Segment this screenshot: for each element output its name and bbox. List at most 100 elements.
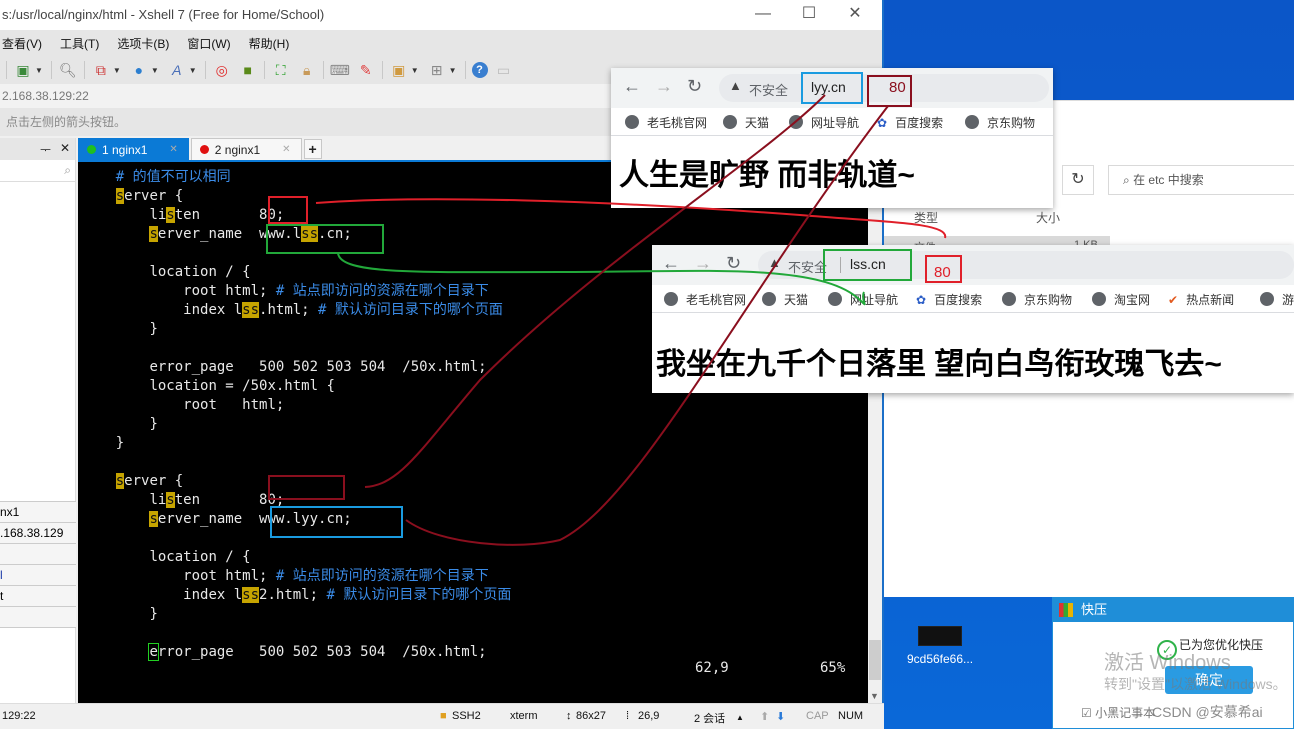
reload-icon[interactable]: ↻ bbox=[687, 76, 702, 97]
caps-indicator: CAP bbox=[806, 710, 829, 722]
bookmarks-bar: 老毛桃官网 天猫 网址导航 ✿ 百度搜索 京东购物 bbox=[611, 108, 1053, 136]
globe-icon bbox=[664, 292, 678, 306]
desktop-file-icon[interactable]: 9cd56fe66... bbox=[900, 626, 980, 666]
status-dot-icon bbox=[199, 145, 209, 154]
explorer-column-headers: 类型 大小 bbox=[914, 205, 1294, 231]
status-bar: 129:22 ■ SSH2 xterm ↕ 86x27 ⁞ 26,9 2 会话 … bbox=[0, 703, 884, 729]
property-row bbox=[0, 544, 76, 565]
lock-icon[interactable]: 🔒︎ bbox=[297, 61, 317, 79]
help-icon[interactable]: ? bbox=[471, 62, 488, 78]
refresh-button[interactable]: ↻ bbox=[1062, 165, 1094, 195]
warning-icon: ▲ bbox=[729, 78, 742, 93]
column-type[interactable]: 类型 bbox=[914, 209, 938, 226]
layout-icon[interactable]: ⊞ bbox=[427, 61, 447, 79]
bookmark-item[interactable]: 网址导航 bbox=[828, 291, 898, 308]
bookmark-item[interactable]: 天猫 bbox=[723, 114, 769, 131]
find-icon[interactable]: 🔍︎ bbox=[58, 61, 78, 79]
close-button[interactable]: ✕ bbox=[832, 0, 878, 30]
csdn-watermark: CSDN @安慕希ai bbox=[1152, 704, 1263, 720]
terminal-line: error_page 500 502 503 504 /50x.html; bbox=[148, 643, 487, 661]
terminal-line: index lss.html; # 默认访问目录下的哪个页面 bbox=[183, 302, 503, 318]
close-tab-icon[interactable]: ✕ bbox=[169, 144, 177, 155]
back-icon[interactable]: ← bbox=[662, 253, 680, 274]
menu-tools[interactable]: 工具(T) bbox=[60, 35, 99, 52]
terminal-scrollbar[interactable]: ▼ bbox=[868, 160, 882, 703]
maximize-button[interactable]: ☐ bbox=[786, 0, 832, 30]
chat-icon[interactable]: ▭ bbox=[494, 61, 514, 79]
browser-lyy-window: ← → ↻ ▲ 不安全 lyy.cn 老毛桃官网 天猫 网址导航 ✿ 百度搜索 京… bbox=[611, 68, 1053, 208]
menu-window[interactable]: 窗口(W) bbox=[187, 35, 230, 52]
url-text: lyy.cn bbox=[811, 79, 846, 95]
globe-icon bbox=[1092, 292, 1106, 306]
tab-session-2[interactable]: 2 nginx1 ✕ bbox=[190, 138, 302, 160]
menu-help[interactable]: 帮助(H) bbox=[249, 35, 290, 52]
status-size: 86x27 bbox=[576, 710, 606, 722]
forward-icon[interactable]: → bbox=[694, 253, 712, 274]
highlight-icon[interactable]: ✎ bbox=[356, 61, 376, 79]
bookmark-item[interactable]: 淘宝网 bbox=[1092, 291, 1150, 308]
fullscreen-icon[interactable]: ⛶ bbox=[271, 61, 291, 79]
bookmark-item[interactable]: 天猫 bbox=[762, 291, 808, 308]
status-dot-icon bbox=[87, 145, 96, 154]
bookmark-item[interactable]: ✔ 热点新闻 bbox=[1168, 291, 1234, 308]
status-sessions[interactable]: 2 会话 bbox=[694, 710, 725, 726]
bookmark-item[interactable]: 老毛桃官网 bbox=[664, 291, 746, 308]
globe-icon bbox=[789, 115, 803, 129]
activation-watermark-subtitle: 转到"设置"以激活 Windows。 bbox=[1104, 676, 1287, 692]
globe-icon bbox=[1260, 292, 1274, 306]
session-properties-icon[interactable]: ▣ bbox=[13, 61, 33, 79]
column-size[interactable]: 大小 bbox=[1036, 209, 1060, 226]
bookmark-item[interactable]: 网址导航 bbox=[789, 114, 859, 131]
url-text: lss.cn bbox=[850, 256, 886, 272]
terminal-line: index lss2.html; # 默认访问目录下的哪个页面 bbox=[183, 587, 512, 603]
terminal-line: server_name www.lss.cn; bbox=[149, 226, 352, 242]
terminal-line: server_name www.lyy.cn; bbox=[149, 511, 352, 527]
kuaiya-logo-icon bbox=[1059, 603, 1073, 617]
terminal-line: } bbox=[149, 606, 158, 622]
baidu-paw-icon: ✿ bbox=[916, 293, 927, 307]
notepad-checkbox[interactable]: ☑ 小黑记事本 bbox=[1081, 704, 1155, 721]
transfer-icon[interactable]: ⧉ bbox=[91, 61, 111, 79]
terminal-line: location / { bbox=[149, 549, 251, 565]
pin-icon[interactable]: ᅮ bbox=[40, 141, 51, 158]
bookmark-item[interactable]: ✿ 百度搜索 bbox=[916, 291, 982, 308]
bookmark-item[interactable]: 京东购物 bbox=[965, 114, 1035, 131]
globe-icon bbox=[828, 292, 842, 306]
xftp-icon[interactable]: ◎ bbox=[212, 61, 232, 79]
globe-icon[interactable]: ● bbox=[129, 61, 149, 79]
close-panel-icon[interactable]: ✕ bbox=[60, 141, 70, 155]
terminal-line: location = /50x.html { bbox=[149, 378, 335, 394]
terminal[interactable]: # 的值不可以相同 server { listen 80; server_nam… bbox=[78, 160, 868, 703]
address-omnibox[interactable]: ▲ 不安全 lss.cn bbox=[758, 251, 1294, 279]
session-search-input[interactable]: ⌕ bbox=[0, 160, 75, 182]
menu-tabs[interactable]: 选项卡(B) bbox=[117, 35, 169, 52]
minimize-button[interactable]: — bbox=[740, 0, 786, 30]
bookmark-item[interactable]: ✿ 百度搜索 bbox=[877, 114, 943, 131]
new-folder-icon[interactable]: ▣ bbox=[389, 61, 409, 79]
terminal-line: # 的值不可以相同 bbox=[115, 169, 231, 185]
download-arrow-icon: ⬇ bbox=[776, 711, 786, 723]
dialog-title: 快压 bbox=[1081, 602, 1108, 617]
new-tab-button[interactable]: + bbox=[303, 139, 322, 159]
terminal-line: root html; # 站点即访问的资源在哪个目录下 bbox=[183, 568, 489, 584]
file-thumbnail bbox=[918, 626, 962, 646]
explorer-search-input[interactable]: ⌕ 在 etc 中搜索 bbox=[1108, 165, 1294, 195]
cursor-position: 62,9 bbox=[695, 660, 729, 676]
scrollbar-thumb[interactable] bbox=[869, 640, 881, 680]
keyboard-icon[interactable]: ⌨ bbox=[330, 61, 350, 79]
reload-icon[interactable]: ↻ bbox=[726, 253, 741, 274]
close-tab-icon[interactable]: ✕ bbox=[282, 144, 290, 155]
bookmark-item[interactable]: 老毛桃官网 bbox=[625, 114, 707, 131]
font-icon[interactable]: A bbox=[167, 61, 187, 79]
sessions-dropdown-icon[interactable]: ▲ bbox=[736, 713, 744, 722]
bookmark-item[interactable]: 游 bbox=[1260, 291, 1294, 308]
tab-session-1[interactable]: 1 nginx1 ✕ bbox=[78, 138, 189, 160]
property-row bbox=[0, 607, 76, 628]
bookmark-item[interactable]: 京东购物 bbox=[1002, 291, 1072, 308]
xmanager-icon[interactable]: ■ bbox=[238, 61, 258, 79]
menu-view[interactable]: 查看(V) bbox=[2, 35, 42, 52]
address-omnibox[interactable]: ▲ 不安全 lyy.cn bbox=[719, 74, 1049, 102]
scroll-down-icon[interactable]: ▼ bbox=[870, 691, 879, 701]
forward-icon[interactable]: → bbox=[655, 76, 673, 97]
back-icon[interactable]: ← bbox=[623, 76, 641, 97]
